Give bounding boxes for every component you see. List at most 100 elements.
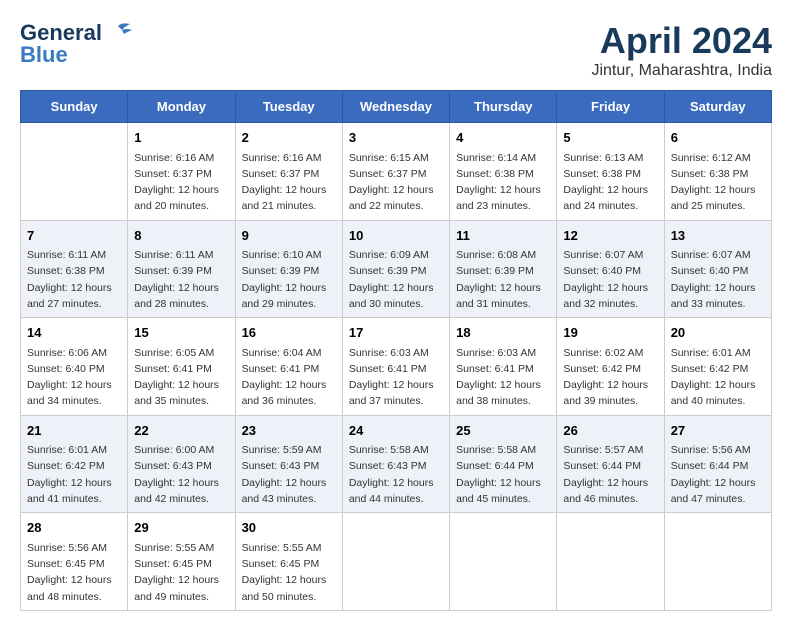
day-detail: Sunrise: 6:00 AM Sunset: 6:43 PM Dayligh… <box>134 442 228 507</box>
day-detail: Sunrise: 6:09 AM Sunset: 6:39 PM Dayligh… <box>349 247 443 312</box>
col-header-sunday: Sunday <box>21 91 128 123</box>
day-detail: Sunrise: 6:01 AM Sunset: 6:42 PM Dayligh… <box>671 345 765 410</box>
day-cell: 7Sunrise: 6:11 AM Sunset: 6:38 PM Daylig… <box>21 220 128 318</box>
day-number: 28 <box>27 518 121 538</box>
day-number: 6 <box>671 128 765 148</box>
day-detail: Sunrise: 6:02 AM Sunset: 6:42 PM Dayligh… <box>563 345 657 410</box>
day-cell: 28Sunrise: 5:56 AM Sunset: 6:45 PM Dayli… <box>21 513 128 611</box>
day-detail: Sunrise: 5:58 AM Sunset: 6:43 PM Dayligh… <box>349 442 443 507</box>
col-header-thursday: Thursday <box>450 91 557 123</box>
day-cell: 25Sunrise: 5:58 AM Sunset: 6:44 PM Dayli… <box>450 415 557 513</box>
day-cell: 20Sunrise: 6:01 AM Sunset: 6:42 PM Dayli… <box>664 318 771 416</box>
day-detail: Sunrise: 6:04 AM Sunset: 6:41 PM Dayligh… <box>242 345 336 410</box>
day-detail: Sunrise: 5:56 AM Sunset: 6:45 PM Dayligh… <box>27 540 121 605</box>
day-detail: Sunrise: 6:11 AM Sunset: 6:38 PM Dayligh… <box>27 247 121 312</box>
day-detail: Sunrise: 5:55 AM Sunset: 6:45 PM Dayligh… <box>134 540 228 605</box>
day-cell: 13Sunrise: 6:07 AM Sunset: 6:40 PM Dayli… <box>664 220 771 318</box>
header-row: SundayMondayTuesdayWednesdayThursdayFrid… <box>21 91 772 123</box>
day-detail: Sunrise: 6:10 AM Sunset: 6:39 PM Dayligh… <box>242 247 336 312</box>
day-cell: 21Sunrise: 6:01 AM Sunset: 6:42 PM Dayli… <box>21 415 128 513</box>
week-row-1: 1Sunrise: 6:16 AM Sunset: 6:37 PM Daylig… <box>21 123 772 221</box>
day-number: 20 <box>671 323 765 343</box>
day-cell: 12Sunrise: 6:07 AM Sunset: 6:40 PM Dayli… <box>557 220 664 318</box>
day-detail: Sunrise: 6:07 AM Sunset: 6:40 PM Dayligh… <box>671 247 765 312</box>
week-row-3: 14Sunrise: 6:06 AM Sunset: 6:40 PM Dayli… <box>21 318 772 416</box>
col-header-wednesday: Wednesday <box>342 91 449 123</box>
day-cell: 1Sunrise: 6:16 AM Sunset: 6:37 PM Daylig… <box>128 123 235 221</box>
day-number: 12 <box>563 226 657 246</box>
day-detail: Sunrise: 6:05 AM Sunset: 6:41 PM Dayligh… <box>134 345 228 410</box>
day-detail: Sunrise: 6:06 AM Sunset: 6:40 PM Dayligh… <box>27 345 121 410</box>
day-number: 17 <box>349 323 443 343</box>
day-number: 29 <box>134 518 228 538</box>
day-number: 13 <box>671 226 765 246</box>
day-detail: Sunrise: 6:08 AM Sunset: 6:39 PM Dayligh… <box>456 247 550 312</box>
day-detail: Sunrise: 6:16 AM Sunset: 6:37 PM Dayligh… <box>134 150 228 215</box>
main-title: April 2024 <box>591 20 772 62</box>
day-cell: 22Sunrise: 6:00 AM Sunset: 6:43 PM Dayli… <box>128 415 235 513</box>
day-cell: 3Sunrise: 6:15 AM Sunset: 6:37 PM Daylig… <box>342 123 449 221</box>
day-detail: Sunrise: 6:07 AM Sunset: 6:40 PM Dayligh… <box>563 247 657 312</box>
day-number: 15 <box>134 323 228 343</box>
day-detail: Sunrise: 6:13 AM Sunset: 6:38 PM Dayligh… <box>563 150 657 215</box>
day-number: 16 <box>242 323 336 343</box>
week-row-2: 7Sunrise: 6:11 AM Sunset: 6:38 PM Daylig… <box>21 220 772 318</box>
day-cell: 17Sunrise: 6:03 AM Sunset: 6:41 PM Dayli… <box>342 318 449 416</box>
day-number: 2 <box>242 128 336 148</box>
day-detail: Sunrise: 6:12 AM Sunset: 6:38 PM Dayligh… <box>671 150 765 215</box>
day-cell: 14Sunrise: 6:06 AM Sunset: 6:40 PM Dayli… <box>21 318 128 416</box>
day-cell <box>557 513 664 611</box>
day-cell: 10Sunrise: 6:09 AM Sunset: 6:39 PM Dayli… <box>342 220 449 318</box>
day-number: 25 <box>456 421 550 441</box>
day-cell: 24Sunrise: 5:58 AM Sunset: 6:43 PM Dayli… <box>342 415 449 513</box>
day-number: 3 <box>349 128 443 148</box>
day-cell: 15Sunrise: 6:05 AM Sunset: 6:41 PM Dayli… <box>128 318 235 416</box>
day-number: 18 <box>456 323 550 343</box>
day-cell <box>342 513 449 611</box>
day-number: 30 <box>242 518 336 538</box>
day-number: 8 <box>134 226 228 246</box>
title-block: April 2024 Jintur, Maharashtra, India <box>591 20 772 80</box>
day-detail: Sunrise: 6:11 AM Sunset: 6:39 PM Dayligh… <box>134 247 228 312</box>
day-number: 10 <box>349 226 443 246</box>
day-detail: Sunrise: 6:01 AM Sunset: 6:42 PM Dayligh… <box>27 442 121 507</box>
day-cell <box>450 513 557 611</box>
day-cell: 2Sunrise: 6:16 AM Sunset: 6:37 PM Daylig… <box>235 123 342 221</box>
day-number: 9 <box>242 226 336 246</box>
week-row-5: 28Sunrise: 5:56 AM Sunset: 6:45 PM Dayli… <box>21 513 772 611</box>
day-cell: 26Sunrise: 5:57 AM Sunset: 6:44 PM Dayli… <box>557 415 664 513</box>
day-cell: 5Sunrise: 6:13 AM Sunset: 6:38 PM Daylig… <box>557 123 664 221</box>
day-number: 1 <box>134 128 228 148</box>
day-cell: 23Sunrise: 5:59 AM Sunset: 6:43 PM Dayli… <box>235 415 342 513</box>
logo: General Blue <box>20 20 134 68</box>
day-cell <box>21 123 128 221</box>
day-cell: 6Sunrise: 6:12 AM Sunset: 6:38 PM Daylig… <box>664 123 771 221</box>
day-number: 19 <box>563 323 657 343</box>
day-number: 21 <box>27 421 121 441</box>
day-detail: Sunrise: 5:56 AM Sunset: 6:44 PM Dayligh… <box>671 442 765 507</box>
day-cell: 16Sunrise: 6:04 AM Sunset: 6:41 PM Dayli… <box>235 318 342 416</box>
day-detail: Sunrise: 6:03 AM Sunset: 6:41 PM Dayligh… <box>349 345 443 410</box>
day-number: 5 <box>563 128 657 148</box>
day-number: 23 <box>242 421 336 441</box>
day-cell: 30Sunrise: 5:55 AM Sunset: 6:45 PM Dayli… <box>235 513 342 611</box>
day-detail: Sunrise: 6:15 AM Sunset: 6:37 PM Dayligh… <box>349 150 443 215</box>
day-detail: Sunrise: 5:58 AM Sunset: 6:44 PM Dayligh… <box>456 442 550 507</box>
day-cell: 8Sunrise: 6:11 AM Sunset: 6:39 PM Daylig… <box>128 220 235 318</box>
day-number: 11 <box>456 226 550 246</box>
day-cell: 11Sunrise: 6:08 AM Sunset: 6:39 PM Dayli… <box>450 220 557 318</box>
day-cell: 18Sunrise: 6:03 AM Sunset: 6:41 PM Dayli… <box>450 318 557 416</box>
day-detail: Sunrise: 5:57 AM Sunset: 6:44 PM Dayligh… <box>563 442 657 507</box>
day-number: 22 <box>134 421 228 441</box>
day-number: 4 <box>456 128 550 148</box>
subtitle: Jintur, Maharashtra, India <box>591 62 772 80</box>
logo-blue: Blue <box>20 42 68 68</box>
col-header-saturday: Saturday <box>664 91 771 123</box>
calendar-table: SundayMondayTuesdayWednesdayThursdayFrid… <box>20 90 772 611</box>
week-row-4: 21Sunrise: 6:01 AM Sunset: 6:42 PM Dayli… <box>21 415 772 513</box>
day-cell: 27Sunrise: 5:56 AM Sunset: 6:44 PM Dayli… <box>664 415 771 513</box>
day-cell: 19Sunrise: 6:02 AM Sunset: 6:42 PM Dayli… <box>557 318 664 416</box>
day-detail: Sunrise: 6:03 AM Sunset: 6:41 PM Dayligh… <box>456 345 550 410</box>
day-number: 24 <box>349 421 443 441</box>
page-header: General Blue April 2024 Jintur, Maharash… <box>20 20 772 80</box>
